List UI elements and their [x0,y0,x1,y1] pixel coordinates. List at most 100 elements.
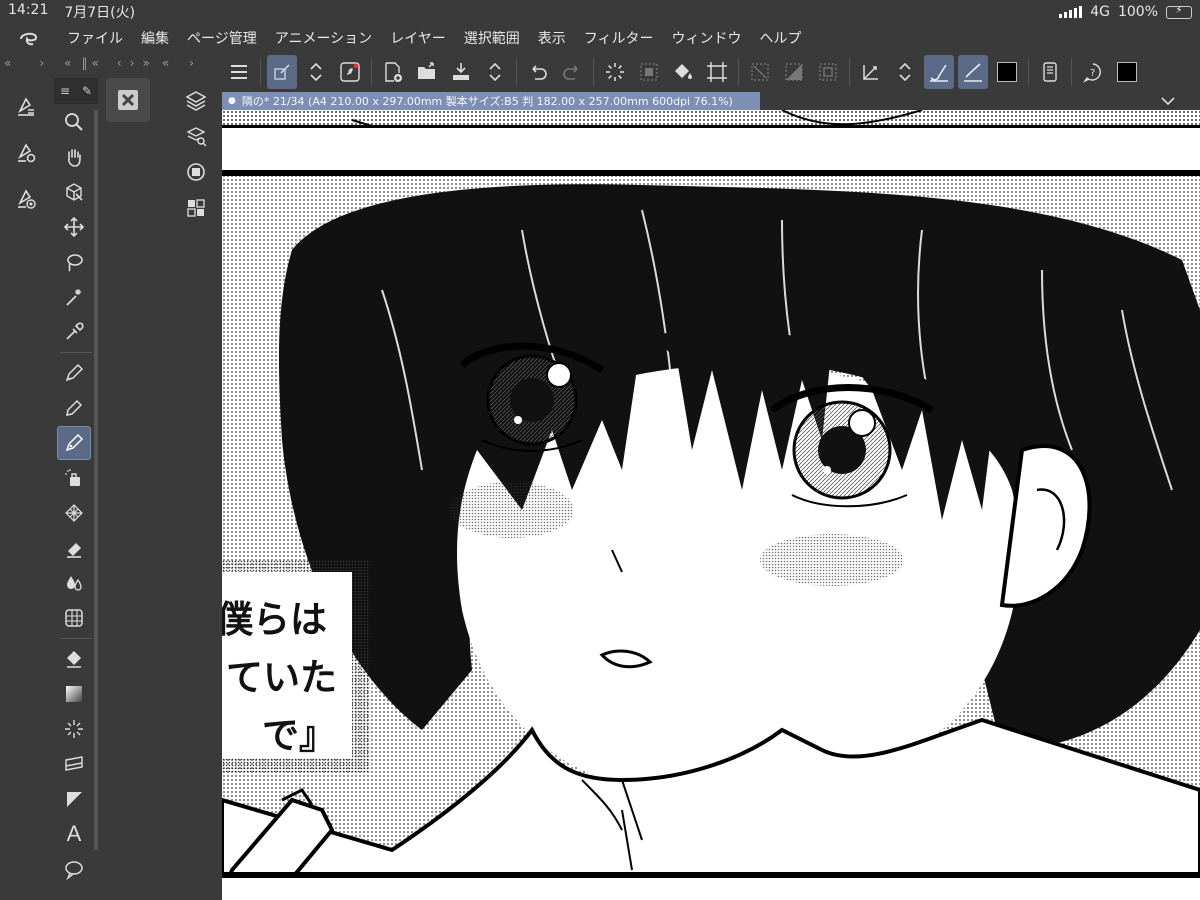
toolbar-divider [593,58,594,86]
menu-icon[interactable] [224,55,254,89]
text-icon[interactable]: A [57,817,91,851]
loading-icon[interactable] [600,55,630,89]
deselect-icon[interactable] [745,55,775,89]
menu-help[interactable]: ヘルプ [751,28,811,48]
menu-filter[interactable]: フィルター [575,28,663,48]
move-icon[interactable] [57,210,91,244]
layers-panel-icon[interactable] [170,82,222,118]
speech-balloon-icon[interactable] [57,852,91,886]
lasso-icon[interactable] [57,245,91,279]
layer-property-column [0,74,52,900]
toolbar-divider [371,58,372,86]
toolbar-divider [1028,58,1029,86]
new-page-icon[interactable] [378,55,408,89]
layer-settings-icon[interactable] [0,134,52,172]
palette-menu-icon[interactable]: ≡ [60,84,70,98]
date: 7月7日(火) [64,5,136,21]
gradient-icon[interactable] [57,677,91,711]
eyedropper-icon[interactable] [57,315,91,349]
fill-tone-icon[interactable] [668,55,698,89]
toolbar-divider [849,58,850,86]
snap-line-icon[interactable] [958,55,988,89]
eraser-icon[interactable] [57,531,91,565]
navigator-icon[interactable] [170,154,222,190]
collapse-left-icon[interactable]: « [162,56,169,70]
balloon-icon[interactable] [57,782,91,816]
open-icon[interactable] [412,55,442,89]
collapse-right-icon[interactable]: » [142,56,149,70]
collapse-right-icon[interactable]: › [189,56,194,70]
clear-icon[interactable] [634,55,664,89]
canvas-area[interactable]: 僕らは ていた で』 [222,110,1200,900]
figure-icon[interactable] [57,601,91,635]
color-swatch-icon[interactable] [1112,55,1142,89]
collapse-left-icon[interactable]: « [4,56,11,70]
sub-tool-palette [100,74,162,900]
battery-label: 100% [1117,4,1158,20]
signal-icon [1059,6,1083,18]
palette-pen-icon[interactable]: ✎ [82,84,92,98]
toolbar-divider [516,58,517,86]
save-icon[interactable] [446,55,476,89]
device-icon[interactable] [1035,55,1065,89]
tool-palette-scrollbar[interactable] [94,110,98,850]
magic-wand-icon[interactable] [57,280,91,314]
panel-collapse-strip: « › « ‖ « ‹ › » « › [0,52,222,74]
layer-property-icon[interactable] [0,88,52,126]
layer-edit-icon[interactable] [267,55,297,89]
menu-selection[interactable]: 選択範囲 [455,28,529,48]
collapse-right-icon[interactable]: › [130,56,135,70]
spiral-icon[interactable] [335,55,365,89]
decoration-icon[interactable] [57,496,91,530]
airbrush-icon[interactable] [57,461,91,495]
panel-handle-icon[interactable]: ‖ [82,56,88,70]
document-tab[interactable]: ● 隣の* 21/34 (A4 210.00 x 297.00mm 製本サイズ:… [222,92,760,110]
hand-icon[interactable] [57,140,91,174]
unsaved-dot-icon: ● [228,96,236,106]
sub-tool-icon[interactable] [106,78,150,122]
menu-edit[interactable]: 編集 [132,28,178,48]
toolbar-divider [738,58,739,86]
selection-box-icon[interactable] [813,55,843,89]
stepper-icon[interactable] [301,55,331,89]
snap-brush-icon[interactable] [924,55,954,89]
menu-animation[interactable]: アニメーション [266,28,381,48]
pencil-icon[interactable] [57,391,91,425]
stepper-icon[interactable] [890,55,920,89]
stepper-icon[interactable] [480,55,510,89]
ruler-icon[interactable] [57,747,91,781]
collapse-left-icon[interactable]: « [64,56,71,70]
object-icon[interactable] [57,175,91,209]
app-logo-icon[interactable] [0,30,58,46]
crop-icon[interactable] [702,55,732,89]
collapse-left-icon[interactable]: « [92,56,99,70]
menu-window[interactable]: ウィンドウ [663,28,751,48]
pen-icon[interactable] [57,356,91,390]
menu-page[interactable]: ページ管理 [178,28,266,48]
brush-icon[interactable] [57,426,91,460]
layer-target-icon[interactable] [0,180,52,218]
network-label: 4G [1090,4,1110,20]
color-palette-icon[interactable] [170,190,222,226]
layer-search-icon[interactable] [170,118,222,154]
menu-file[interactable]: ファイル [58,28,132,48]
collapse-left-icon[interactable]: ‹ [117,56,122,70]
chevron-down-icon[interactable] [1158,92,1178,110]
tool-palette-header: ≡ ✎ [54,78,98,104]
status-bar: 14:21 7月7日(火) 4G 100% ⚡ [0,0,1200,24]
help-icon[interactable]: ? [1078,55,1108,89]
tool-palette: ≡ ✎ A [54,78,98,900]
toolbar-divider [260,58,261,86]
redo-icon[interactable] [557,55,587,89]
fill-icon[interactable] [57,642,91,676]
ruler-snap-icon[interactable] [856,55,886,89]
menu-view[interactable]: 表示 [529,28,575,48]
blend-icon[interactable] [57,566,91,600]
undo-icon[interactable] [523,55,553,89]
menu-layer[interactable]: レイヤー [381,28,455,48]
color-swatch-icon[interactable] [992,55,1022,89]
collapse-right-icon[interactable]: › [39,56,44,70]
frame-icon[interactable] [57,712,91,746]
invert-icon[interactable] [779,55,809,89]
zoom-icon[interactable] [57,105,91,139]
